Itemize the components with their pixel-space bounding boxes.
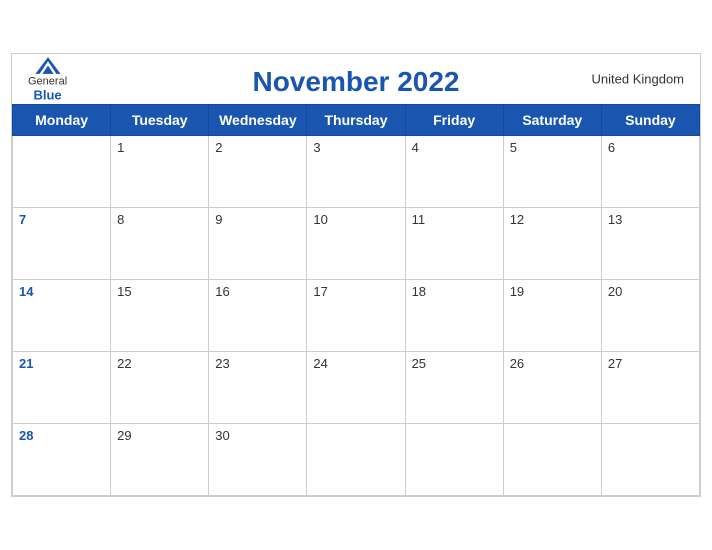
calendar-cell: 16 [209, 280, 307, 352]
calendar-cell: 30 [209, 424, 307, 496]
calendar-cell: 29 [111, 424, 209, 496]
calendar-cell: 17 [307, 280, 405, 352]
date-number: 24 [313, 356, 398, 371]
calendar-cell: 4 [405, 136, 503, 208]
date-number: 28 [19, 428, 104, 443]
header-monday: Monday [13, 105, 111, 136]
calendar-cell: 11 [405, 208, 503, 280]
date-number: 11 [412, 212, 497, 227]
date-number: 21 [19, 356, 104, 371]
logo-general-text: General [28, 76, 67, 88]
calendar-cell: 14 [13, 280, 111, 352]
calendar-cell: 1 [111, 136, 209, 208]
calendar-cell [405, 424, 503, 496]
calendar-cell: 26 [503, 352, 601, 424]
calendar-cell: 6 [601, 136, 699, 208]
calendar-cell: 9 [209, 208, 307, 280]
date-number: 20 [608, 284, 693, 299]
logo-icon [34, 56, 62, 76]
country-label: United Kingdom [592, 72, 685, 87]
date-number: 30 [215, 428, 300, 443]
week-row-3: 14 15 16 17 18 19 20 [13, 280, 700, 352]
calendar-cell [503, 424, 601, 496]
date-number: 1 [117, 140, 202, 155]
week-row-2: 789 10 11 12 13 [13, 208, 700, 280]
date-number: 4 [412, 140, 497, 155]
date-number: 12 [510, 212, 595, 227]
calendar-cell [13, 136, 111, 208]
header-wednesday: Wednesday [209, 105, 307, 136]
header-friday: Friday [405, 105, 503, 136]
calendar-cell: 13 [601, 208, 699, 280]
date-number: 18 [412, 284, 497, 299]
date-number: 22 [117, 356, 202, 371]
calendar-cell [307, 424, 405, 496]
week-row-4: 21 22 23 24 25 26 27 [13, 352, 700, 424]
calendar-cell: 2 [209, 136, 307, 208]
calendar-cell: 24 [307, 352, 405, 424]
day-headers-row: Monday Tuesday Wednesday Thursday Friday… [13, 105, 700, 136]
date-number: 9 [215, 212, 300, 227]
logo: General Blue [28, 56, 67, 103]
week-row-5: 28 29 30 [13, 424, 700, 496]
date-number: 25 [412, 356, 497, 371]
date-number: 3 [313, 140, 398, 155]
calendar-cell: 10 [307, 208, 405, 280]
calendar-title: November 2022 [252, 66, 459, 98]
header-saturday: Saturday [503, 105, 601, 136]
date-number: 14 [19, 284, 104, 299]
calendar-cell: 20 [601, 280, 699, 352]
calendar-cell: 5 [503, 136, 601, 208]
calendar-container: General Blue November 2022 United Kingdo… [11, 53, 701, 497]
calendar-cell [601, 424, 699, 496]
calendar-cell: 23 [209, 352, 307, 424]
header-sunday: Sunday [601, 105, 699, 136]
date-number: 8 [117, 212, 202, 227]
calendar-cell: 15 [111, 280, 209, 352]
calendar-table: Monday Tuesday Wednesday Thursday Friday… [12, 104, 700, 496]
calendar-cell: 27 [601, 352, 699, 424]
header-tuesday: Tuesday [111, 105, 209, 136]
date-number: 16 [215, 284, 300, 299]
logo-blue-text: Blue [33, 88, 61, 103]
date-number: 2 [215, 140, 300, 155]
calendar-cell: 21 [13, 352, 111, 424]
date-number: 26 [510, 356, 595, 371]
date-number: 23 [215, 356, 300, 371]
calendar-cell: 12 [503, 208, 601, 280]
date-number: 10 [313, 212, 398, 227]
calendar-cell: 3 [307, 136, 405, 208]
calendar-cell: 7 [13, 208, 111, 280]
calendar-cell: 19 [503, 280, 601, 352]
date-number: 13 [608, 212, 693, 227]
calendar-cell: 28 [13, 424, 111, 496]
date-number: 15 [117, 284, 202, 299]
date-number: 17 [313, 284, 398, 299]
week-row-1: 123456 [13, 136, 700, 208]
date-number: 19 [510, 284, 595, 299]
date-number: 27 [608, 356, 693, 371]
calendar-cell: 22 [111, 352, 209, 424]
calendar-cell: 18 [405, 280, 503, 352]
date-number: 6 [608, 140, 693, 155]
header-thursday: Thursday [307, 105, 405, 136]
date-number: 29 [117, 428, 202, 443]
calendar-header: General Blue November 2022 United Kingdo… [12, 54, 700, 104]
calendar-cell: 25 [405, 352, 503, 424]
calendar-cell: 8 [111, 208, 209, 280]
date-number: 5 [510, 140, 595, 155]
date-number: 7 [19, 212, 104, 227]
